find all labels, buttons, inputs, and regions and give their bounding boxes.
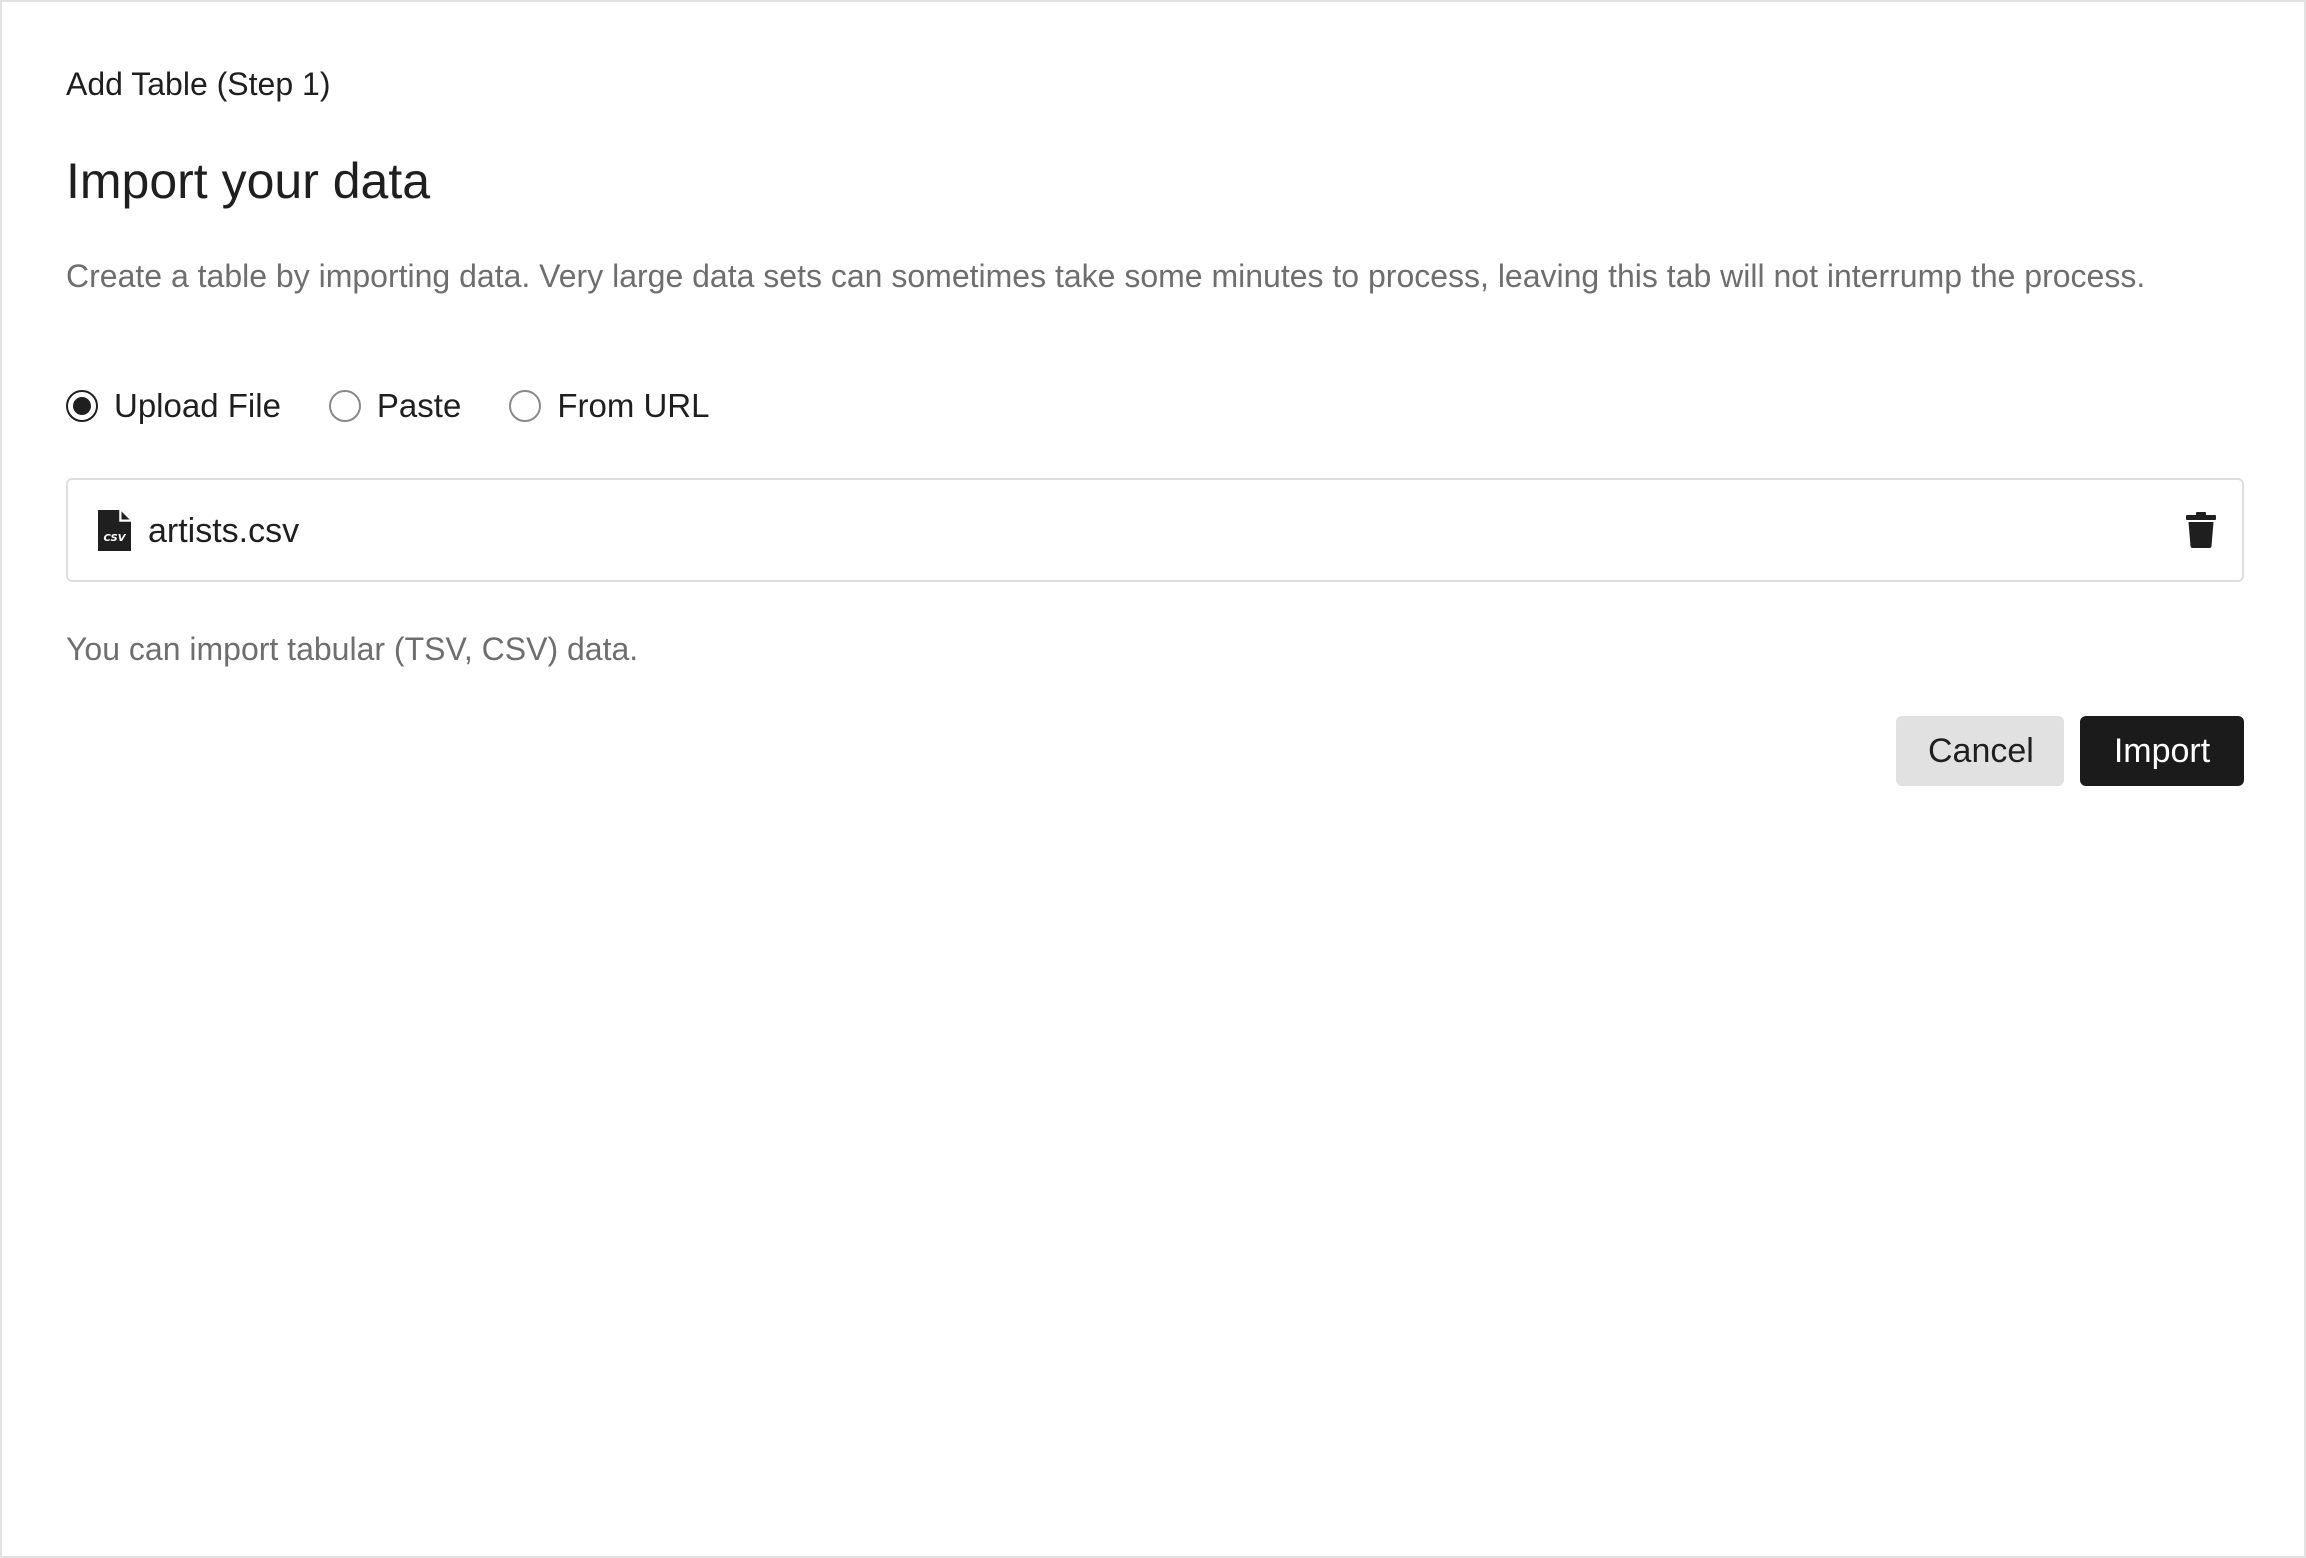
radio-from-url[interactable]: From URL: [509, 386, 710, 426]
csv-file-icon: CSV: [98, 510, 131, 551]
cancel-button[interactable]: Cancel: [1896, 716, 2064, 786]
radio-upload-file-control[interactable]: [66, 390, 98, 422]
import-source-radio-group: Upload File Paste From URL: [66, 386, 758, 426]
radio-from-url-label[interactable]: From URL: [557, 386, 709, 426]
radio-from-url-control[interactable]: [509, 390, 542, 422]
radio-paste-label[interactable]: Paste: [377, 386, 461, 426]
radio-selected-dot: [73, 397, 91, 415]
import-description: Create a table by importing data. Very l…: [66, 258, 2146, 294]
add-table-dialog: Add Table (Step 1) Import your data Crea…: [0, 0, 2306, 1558]
radio-paste[interactable]: Paste: [328, 386, 461, 426]
page-title: Import your data: [66, 153, 431, 209]
radio-paste-control[interactable]: [328, 390, 361, 422]
dialog-actions: Cancel Import: [1896, 716, 2244, 786]
radio-upload-file[interactable]: Upload File: [66, 386, 281, 426]
import-button[interactable]: Import: [2080, 716, 2244, 786]
file-name: artists.csv: [148, 512, 300, 550]
import-format-hint: You can import tabular (TSV, CSV) data.: [66, 631, 639, 667]
dialog-step-title: Add Table (Step 1): [66, 66, 331, 102]
csv-badge-text: CSV: [104, 533, 127, 544]
radio-upload-file-label[interactable]: Upload File: [114, 386, 281, 426]
selected-file-row: CSV artists.csv: [66, 478, 2244, 582]
trash-icon[interactable]: [2186, 512, 2216, 548]
